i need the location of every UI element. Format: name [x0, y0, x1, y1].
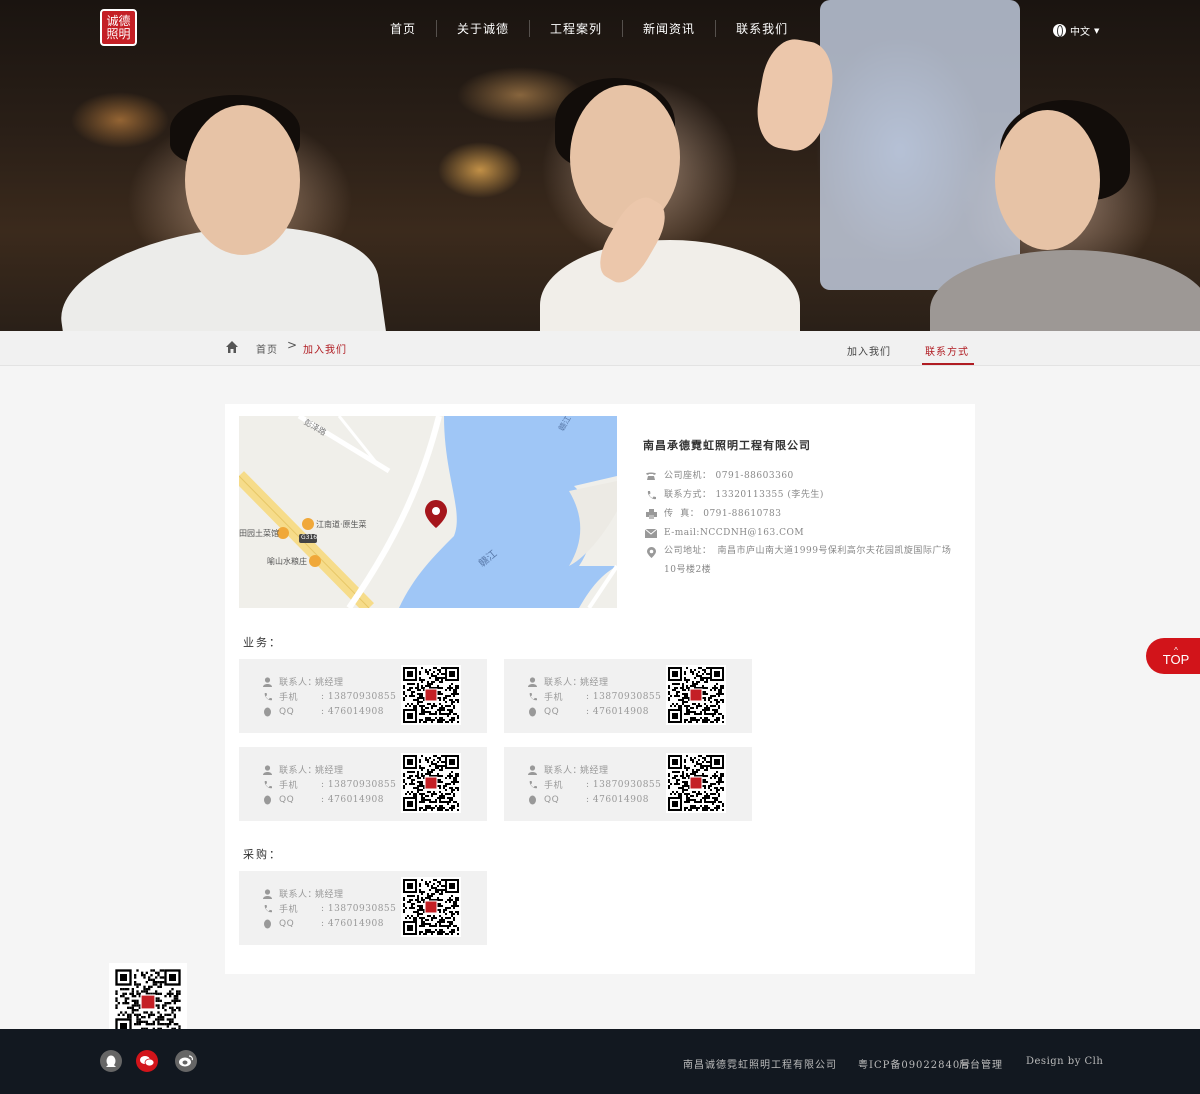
map-label-poi: 喻山水粮庄: [267, 557, 307, 566]
qq-icon: [261, 794, 273, 805]
qr-code: [666, 665, 726, 725]
logo-text: 诚德照明: [106, 13, 131, 41]
user-icon: [526, 764, 538, 775]
business-contact-card: 联系人： 姚经理 手机: 13870930855 QQ: 476014908: [239, 747, 487, 821]
home-icon[interactable]: [225, 340, 239, 354]
breadcrumb-separator: >: [287, 338, 299, 352]
map-road-badge: G316: [301, 534, 318, 541]
phone-icon: [526, 779, 538, 790]
fax-icon: [643, 508, 659, 520]
footer-design-credit: Design by Clh: [1026, 1056, 1104, 1067]
company-name: 南昌承德霓虹照明工程有限公司: [643, 439, 811, 452]
map-label-poi: 江南道·原生菜: [316, 520, 367, 529]
qr-code: [401, 753, 461, 813]
nav-projects[interactable]: 工程案列: [530, 19, 624, 37]
site-logo[interactable]: 诚德照明: [100, 9, 137, 46]
breadcrumb-bar: 首页 > 加入我们 加入我们 联系方式: [0, 331, 1200, 366]
info-row-fax: 传 真： 0791-88610783: [643, 508, 953, 520]
business-contact-card: 联系人： 姚经理 手机: 13870930855 QQ: 476014908: [504, 747, 752, 821]
active-tab-indicator: [922, 363, 974, 365]
location-icon: [643, 546, 659, 558]
nav-news[interactable]: 新闻资讯: [623, 19, 717, 37]
user-icon: [261, 888, 273, 899]
info-row-address: 公司地址： 南昌市庐山南大道1999号保利高尔夫花园凯旋国际广场10号楼2楼: [643, 546, 953, 580]
nav-home[interactable]: 首页: [370, 19, 438, 37]
globe-icon: [1053, 24, 1066, 37]
purchase-contact-card: 联系人： 姚经理 手机: 13870930855 QQ: 476014908: [239, 871, 487, 945]
info-row-phone: 公司座机： 0791-88603360: [643, 470, 953, 482]
footer-icp[interactable]: 粤ICP备09022840号: [858, 1056, 971, 1071]
back-to-top-button[interactable]: ^ TOP: [1146, 638, 1200, 674]
hero-banner: [0, 0, 1200, 331]
footer-company: 南昌诚德霓虹照明工程有限公司: [683, 1060, 837, 1071]
business-contact-card: 联系人： 姚经理 手机: 13870930855 QQ: 476014908: [504, 659, 752, 733]
footer: 南昌诚德霓虹照明工程有限公司 粤ICP备09022840号 后台管理 Desig…: [0, 1029, 1200, 1094]
user-icon: [261, 676, 273, 687]
contact-card: 彭泽路 赣江 赣江 江南道·原生菜 田园土菜馆 喻山水粮庄 G316 南昌承德霓…: [225, 404, 975, 974]
qq-icon: [526, 706, 538, 717]
weibo-social-button[interactable]: [175, 1050, 197, 1072]
language-switcher[interactable]: 中文 ▼: [1053, 23, 1099, 38]
mobile-icon: [643, 489, 659, 501]
wechat-icon: [140, 1056, 154, 1067]
language-label: 中文: [1070, 27, 1090, 38]
map-label-poi: 田园土菜馆: [239, 529, 279, 538]
tab-contact-info[interactable]: 联系方式: [925, 343, 969, 358]
breadcrumb-current: 加入我们: [303, 345, 347, 356]
user-icon: [526, 676, 538, 687]
nav-contact[interactable]: 联系我们: [716, 20, 808, 37]
qr-code: [401, 665, 461, 725]
qq-icon: [261, 918, 273, 929]
footer-admin-link[interactable]: 后台管理: [959, 1056, 1003, 1071]
phone-icon: [526, 691, 538, 702]
mail-icon: [643, 527, 659, 539]
phone-icon: [261, 779, 273, 790]
business-section-label: 业务：: [243, 636, 282, 649]
qr-code: [666, 753, 726, 813]
qr-code: [401, 877, 461, 937]
weibo-icon: [179, 1055, 193, 1067]
phone-icon: [643, 470, 659, 482]
qq-icon: [106, 1055, 116, 1067]
qq-social-button[interactable]: [100, 1050, 122, 1072]
info-row-email: E-mail:NCCDNH@163.COM: [643, 527, 953, 539]
main-nav: 首页 关于诚德 工程案列 新闻资讯 联系我们: [370, 18, 808, 38]
location-map[interactable]: 彭泽路 赣江 赣江 江南道·原生菜 田园土菜馆 喻山水粮庄 G316: [239, 416, 617, 608]
wechat-social-button[interactable]: [136, 1050, 158, 1072]
breadcrumb-home[interactable]: 首页: [256, 341, 278, 356]
qq-icon: [526, 794, 538, 805]
user-icon: [261, 764, 273, 775]
qq-icon: [261, 706, 273, 717]
qr-code: [115, 969, 181, 1035]
email-link[interactable]: E-mail:NCCDNH@163.COM: [664, 527, 804, 539]
chevron-down-icon: ▼: [1094, 26, 1100, 35]
tab-join-us[interactable]: 加入我们: [847, 343, 891, 358]
business-contact-card: 联系人： 姚经理 手机: 13870930855 QQ: 476014908: [239, 659, 487, 733]
top-label: TOP: [1162, 651, 1190, 667]
purchase-section-label: 采购：: [243, 848, 282, 861]
phone-icon: [261, 903, 273, 914]
info-row-mobile: 联系方式： 13320113355 (李先生): [643, 489, 953, 501]
company-info: 公司座机： 0791-88603360 联系方式： 13320113355 (李…: [643, 470, 953, 587]
phone-icon: [261, 691, 273, 702]
nav-about[interactable]: 关于诚德: [437, 19, 531, 37]
